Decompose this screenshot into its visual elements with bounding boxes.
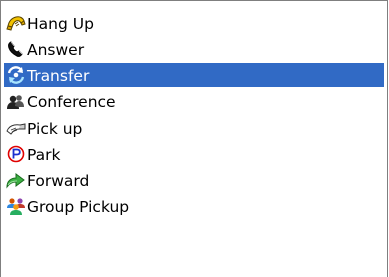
transfer-icon [6, 65, 26, 85]
menu-item-label: Forward [27, 171, 90, 190]
menu-item-forward[interactable]: Forward [6, 168, 384, 192]
menu-item-label: Answer [27, 40, 85, 59]
menu-item-label: Conference [27, 92, 116, 111]
park-icon [6, 144, 26, 164]
group-pickup-icon [6, 196, 26, 216]
menu-item-conference[interactable]: Conference [6, 89, 384, 113]
menu-item-label: Park [27, 145, 61, 164]
menu-item-pick-up[interactable]: Pick up [6, 116, 384, 140]
pick-up-icon [6, 118, 26, 138]
menu-item-label: Pick up [27, 119, 83, 138]
forward-icon [6, 170, 26, 190]
menu-item-label: Group Pickup [27, 197, 130, 216]
menu-item-transfer[interactable]: Transfer [4, 63, 384, 87]
answer-phone-icon [6, 39, 26, 59]
menu-item-label: Transfer [27, 66, 90, 85]
hang-up-icon [6, 13, 26, 33]
menu-item-park[interactable]: Park [6, 142, 384, 166]
menu-item-label: Hang Up [27, 14, 94, 33]
menu-item-group-pickup[interactable]: Group Pickup [6, 194, 384, 218]
context-menu: Hang Up Answer Transfer Conference Pick … [0, 0, 388, 277]
menu-item-answer[interactable]: Answer [6, 37, 384, 61]
conference-icon [6, 91, 26, 111]
menu-item-hang-up[interactable]: Hang Up [6, 11, 384, 35]
